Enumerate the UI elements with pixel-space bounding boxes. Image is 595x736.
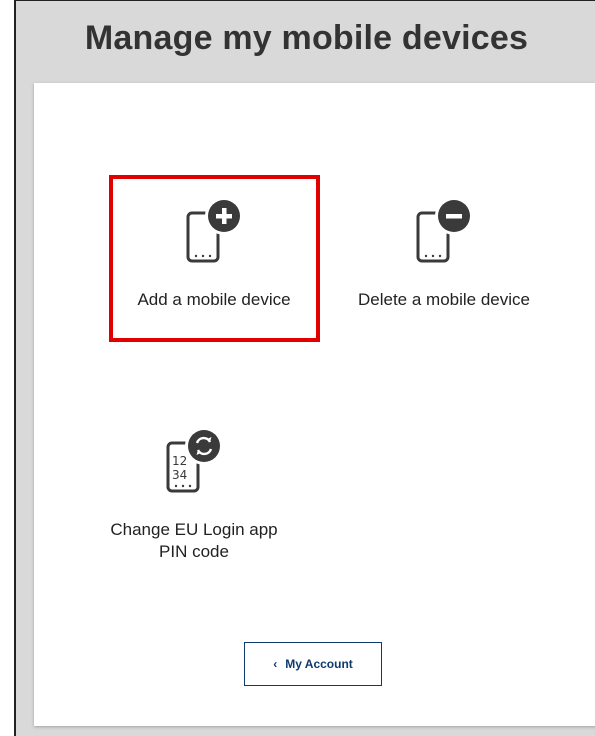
- svg-text:34: 34: [172, 468, 187, 482]
- change-pin-label-line1: Change EU Login app: [110, 520, 278, 539]
- delete-mobile-device-tile[interactable]: Delete a mobile device: [328, 193, 560, 311]
- my-account-label: My Account: [285, 657, 353, 671]
- window-frame: Manage my mobile devices Add a mobile de…: [14, 0, 595, 736]
- page-title: Manage my mobile devices: [84, 19, 529, 57]
- change-pin-label-line2: PIN code: [159, 542, 229, 561]
- options-panel: Add a mobile device Delete a mobile devi…: [34, 83, 595, 726]
- delete-mobile-device-label: Delete a mobile device: [358, 290, 530, 309]
- mobile-delete-icon: [416, 197, 473, 263]
- mobile-pin-change-icon: 12 34: [166, 427, 223, 493]
- change-pin-tile[interactable]: 12 34 Change EU Login app PIN code: [94, 423, 294, 563]
- chevron-left-icon: ‹: [273, 657, 278, 671]
- highlight-box: [109, 175, 320, 342]
- my-account-button[interactable]: ‹ My Account: [244, 642, 382, 686]
- svg-text:12: 12: [172, 454, 187, 468]
